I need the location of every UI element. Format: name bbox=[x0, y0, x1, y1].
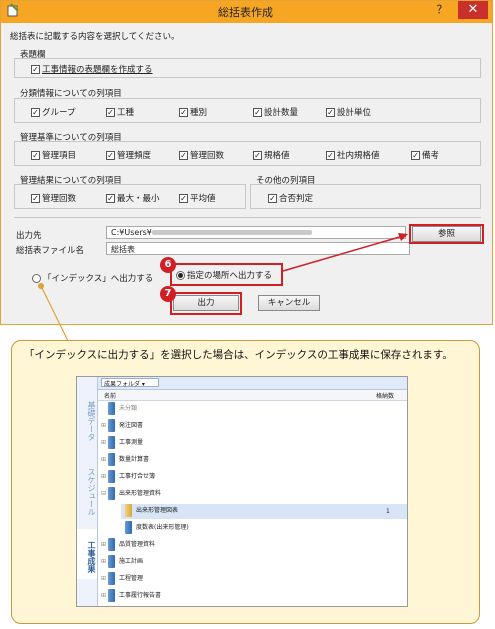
tree-row[interactable]: ⊞ 工事履行報告書 bbox=[101, 589, 161, 605]
folder-dropdown[interactable]: 成果フォルダ ▾ bbox=[101, 378, 159, 388]
expander-icon: ⊞ bbox=[101, 439, 107, 446]
note-pointer-dot bbox=[38, 283, 44, 289]
expander-icon: ⊞ bbox=[101, 592, 107, 599]
tree-row[interactable]: ⊞ 工事打合せ簿 bbox=[101, 470, 155, 486]
tree-row[interactable]: ⊞ 発注図書 bbox=[101, 419, 143, 435]
row-label: 出来形管理資料 bbox=[119, 490, 162, 497]
folder-icon bbox=[108, 419, 115, 432]
folder-icon bbox=[108, 555, 115, 568]
expander-icon: ⊞ bbox=[101, 422, 107, 429]
index-screenshot: 基礎データ スケジュール 工事成果 成果フォルダ ▾ 名前 格納数 未分類 ⊞ 発… bbox=[76, 376, 408, 607]
row-label: 数量計算書 bbox=[119, 456, 150, 463]
expander-icon: ⊞ bbox=[101, 456, 107, 463]
row-label: 工程管理 bbox=[119, 575, 144, 582]
col-count-header: 格納数 bbox=[376, 393, 395, 400]
tree-row-selected[interactable]: 出来形管理図表 bbox=[125, 504, 178, 520]
row-label: 工事履行報告書 bbox=[119, 592, 162, 599]
note-text: 「インデックスに出力する」を選択した場合は、インデックスの工事成果に保存されます… bbox=[24, 349, 453, 361]
tree-row[interactable]: ⊞ 工程管理 bbox=[101, 572, 143, 588]
folder-icon bbox=[108, 538, 115, 551]
arrow-to-browse bbox=[282, 235, 404, 272]
row-label: 施工計画 bbox=[119, 558, 144, 565]
folder-icon bbox=[108, 572, 115, 585]
expander-icon: ⊞ bbox=[101, 473, 107, 480]
arrow-head bbox=[398, 233, 408, 241]
tree-row[interactable]: ⊞ 数量計算書 bbox=[101, 453, 149, 469]
expander-icon: ⊞ bbox=[101, 558, 107, 565]
expander-icon: ⊟ bbox=[101, 490, 107, 497]
folder-icon bbox=[125, 521, 132, 534]
tab-schedule[interactable]: スケジュール bbox=[77, 457, 97, 527]
row-label: 度数表(出来形管理) bbox=[136, 524, 189, 531]
row-label: 工事測量 bbox=[119, 439, 144, 446]
tab-kiso[interactable]: 基礎データ bbox=[77, 391, 97, 451]
row-count: 1 bbox=[386, 508, 390, 515]
col-name-header: 名前 bbox=[104, 393, 117, 400]
folder-icon bbox=[108, 436, 115, 449]
folder-dropdown-value: 成果フォルダ bbox=[104, 381, 141, 388]
tab-kouji-seika[interactable]: 工事成果 bbox=[77, 537, 97, 577]
expander-icon: ⊞ bbox=[101, 541, 107, 548]
tree-row[interactable]: 度数表(出来形管理) bbox=[125, 521, 189, 537]
inset-header: 名前 格納数 bbox=[98, 390, 407, 401]
row-label: 未分類 bbox=[119, 405, 138, 412]
tree-row[interactable]: ⊞ 工事測量 bbox=[101, 436, 143, 452]
tree-row[interactable]: ⊟ 出来形管理資料 bbox=[101, 487, 161, 503]
note-pointer-line bbox=[41, 287, 69, 342]
row-label: 工事打合せ簿 bbox=[119, 473, 156, 480]
row-label: 品質管理資料 bbox=[119, 541, 156, 548]
tree-row[interactable]: ⊞ 施工計画 bbox=[101, 555, 143, 571]
folder-icon bbox=[108, 453, 115, 466]
folder-icon bbox=[108, 487, 115, 500]
tree-row[interactable]: ⊞ 品質管理資料 bbox=[101, 538, 155, 554]
row-label: 出来形管理図表 bbox=[136, 507, 179, 514]
folder-icon bbox=[108, 470, 115, 483]
row-label: 発注図書 bbox=[119, 422, 144, 429]
folder-icon bbox=[108, 589, 115, 602]
expander-icon: ⊞ bbox=[101, 575, 107, 582]
open-folder-icon bbox=[125, 504, 132, 517]
tree-row[interactable]: 未分類 bbox=[101, 402, 137, 418]
folder-icon bbox=[108, 402, 115, 415]
